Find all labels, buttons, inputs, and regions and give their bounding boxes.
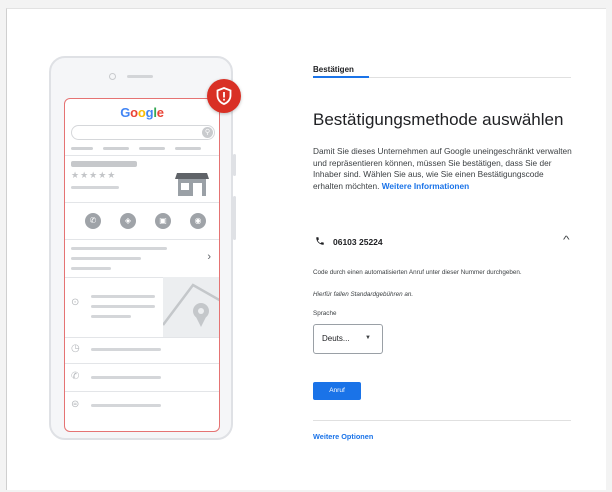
- mock-text-line: [71, 186, 119, 189]
- page-title: Bestätigungsmethode auswählen: [313, 110, 564, 129]
- tab-verify[interactable]: Bestätigen: [313, 65, 354, 74]
- tab-active-indicator: [313, 76, 369, 78]
- mock-text-line: [91, 376, 161, 379]
- mock-text-line: [71, 161, 137, 167]
- logo-letter: o: [137, 105, 146, 120]
- language-select[interactable]: Deuts... ▼: [313, 324, 383, 354]
- clock-icon: ◷: [71, 343, 80, 354]
- map-thumbnail: [162, 277, 219, 337]
- phone-side-button: [233, 154, 236, 176]
- phone-speaker: [127, 75, 153, 78]
- chevron-right-icon: ›: [207, 251, 211, 263]
- globe-icon: ⊜: [71, 399, 80, 410]
- mock-search-bar: ⚲: [71, 125, 215, 140]
- mock-text-line: [71, 247, 167, 250]
- logo-letter: G: [120, 105, 131, 120]
- bookmark-icon: ▣: [155, 213, 171, 229]
- mock-text-line: [91, 295, 155, 298]
- phone-camera: [109, 73, 116, 80]
- share-icon: ◉: [190, 213, 206, 229]
- logo-letter: e: [156, 105, 164, 120]
- logo-letter: o: [130, 105, 138, 120]
- divider: [65, 337, 219, 338]
- divider: [65, 202, 219, 203]
- language-label: Sprache: [313, 310, 337, 317]
- mock-text-line: [71, 257, 141, 260]
- mock-text-line: [71, 267, 111, 270]
- location-pin-icon: ⊙: [71, 297, 80, 308]
- mock-text-line: [91, 305, 155, 308]
- mock-text-line: [91, 404, 161, 407]
- phone-method-row[interactable]: 06103 25224 ^: [313, 235, 571, 250]
- divider: [65, 391, 219, 392]
- chevron-up-icon[interactable]: ^: [563, 235, 570, 246]
- search-icon: ⚲: [202, 127, 213, 138]
- storefront-icon: [175, 173, 209, 196]
- mock-text-line: [91, 348, 161, 351]
- code-info-text: Code durch einen automatisierten Anruf u…: [313, 269, 522, 276]
- divider: [313, 420, 571, 421]
- call-button[interactable]: Anruf: [313, 382, 361, 400]
- caret-down-icon: ▼: [365, 335, 371, 341]
- mock-action-icons: ✆ ◈ ▣ ◉: [73, 213, 213, 233]
- phone-side-button: [233, 196, 236, 240]
- star-rating-icon: ★★★★★: [71, 170, 117, 180]
- more-info-link[interactable]: Weitere Informationen: [382, 181, 469, 191]
- directions-icon: ◈: [120, 213, 136, 229]
- google-logo: Google: [65, 105, 219, 120]
- more-options-link[interactable]: Weitere Optionen: [313, 432, 373, 441]
- description-text: Damit Sie dieses Unternehmen auf Google …: [313, 146, 575, 192]
- phone-screen: Google ⚲ ★★★★★ ✆ ◈ ▣ ◉ › ⊙ ◷ ✆ ⊜: [64, 98, 220, 432]
- shield-alert-icon: [207, 79, 241, 113]
- mock-tabs: [71, 147, 215, 150]
- phone-icon: [315, 236, 325, 249]
- divider: [65, 363, 219, 364]
- language-value: Deuts...: [322, 334, 350, 343]
- phone-icon: ✆: [85, 213, 101, 229]
- phone-illustration: Google ⚲ ★★★★★ ✆ ◈ ▣ ◉ › ⊙ ◷ ✆ ⊜: [49, 56, 236, 440]
- divider: [65, 239, 219, 240]
- fee-note: Hierfür fallen Standardgebühren an.: [313, 291, 414, 298]
- divider: [65, 155, 219, 156]
- phone-icon: ✆: [71, 371, 80, 382]
- phone-number: 06103 25224: [333, 237, 383, 247]
- mock-text-line: [91, 315, 131, 318]
- phone-top: [51, 58, 231, 94]
